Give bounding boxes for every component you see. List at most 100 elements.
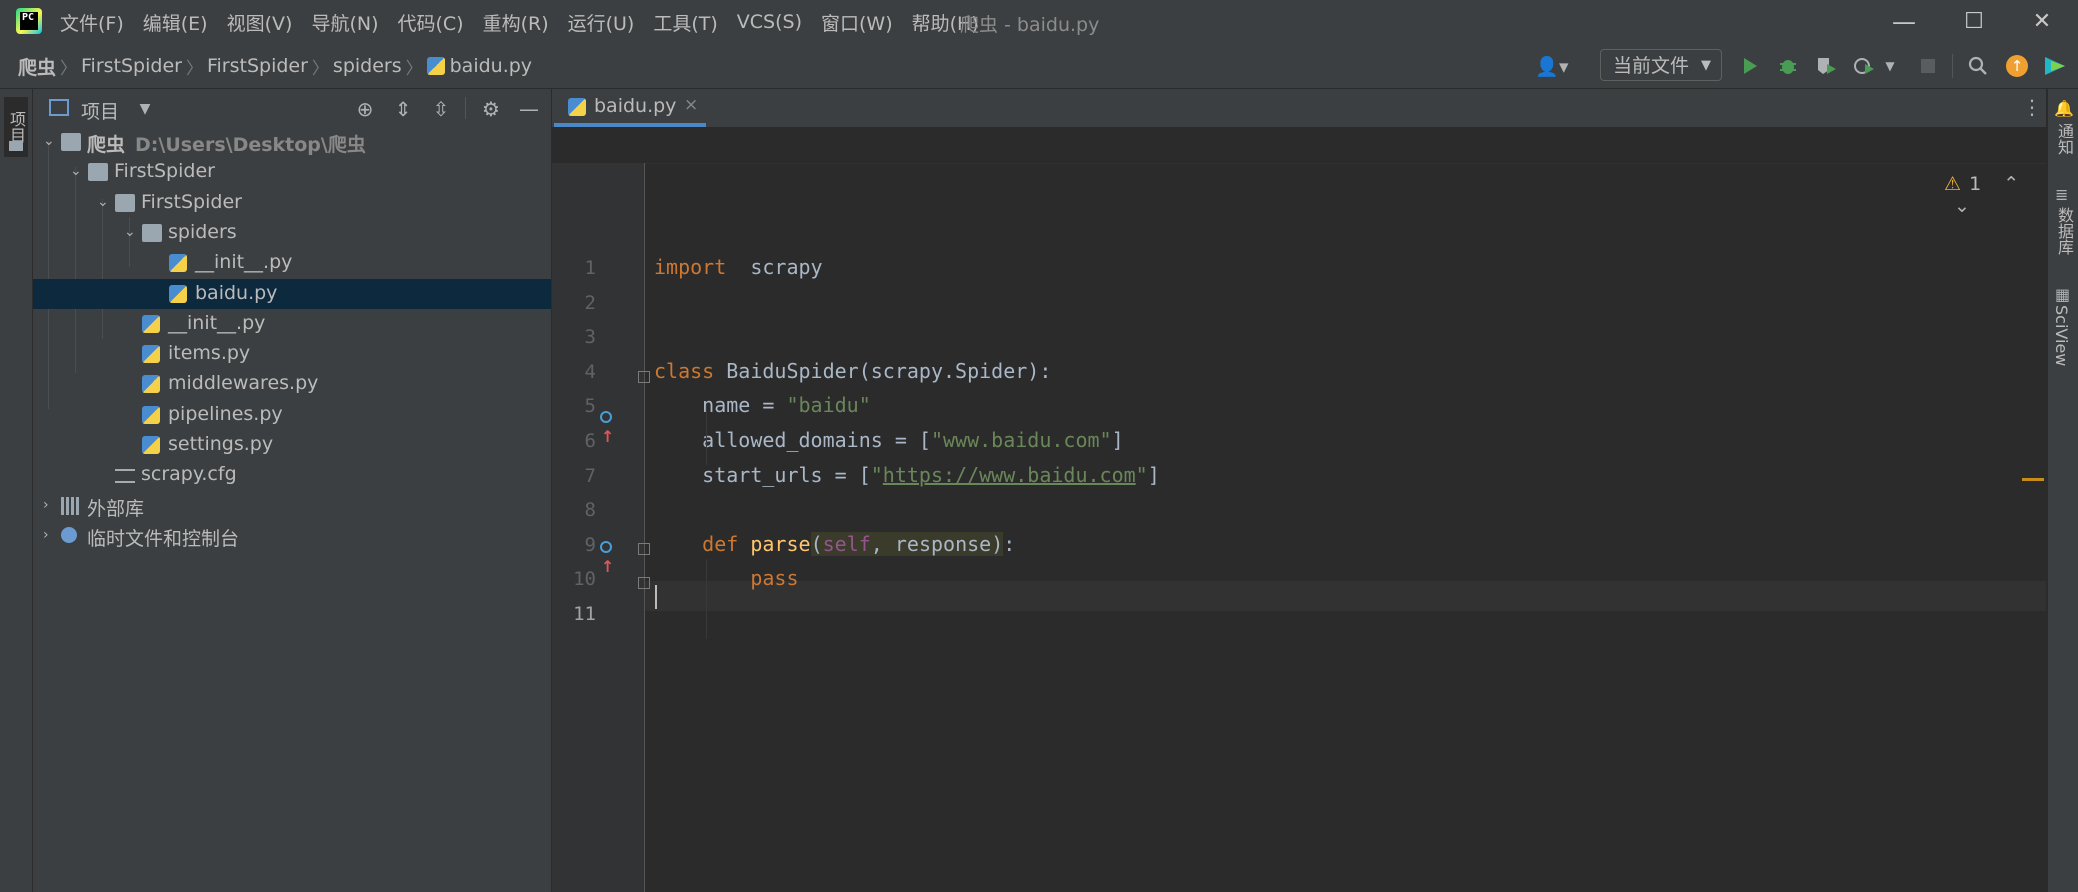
tree-item[interactable]: baidu.py	[33, 278, 551, 309]
code-token: name =	[654, 393, 787, 418]
notifications-icon[interactable]: 🔔	[2054, 99, 2074, 118]
error-stripe-marker[interactable]	[2022, 478, 2044, 481]
coverage-icon[interactable]	[1814, 52, 1838, 80]
line-number: 8	[584, 499, 596, 522]
chevron-down-icon[interactable]: ▼	[133, 97, 157, 121]
python-file-icon	[142, 405, 160, 424]
next-highlight-icon[interactable]: ⌄	[1954, 195, 1970, 217]
tree-item[interactable]: __init__.py	[33, 248, 551, 278]
stop-icon[interactable]	[1918, 52, 1938, 80]
code-token: "	[1135, 462, 1148, 487]
close-window-button[interactable]: ✕	[2012, 6, 2072, 38]
minimize-button[interactable]: —	[1874, 6, 1934, 38]
tree-item[interactable]: ⌄ FirstSpider	[33, 157, 551, 187]
code-token: ]	[1147, 462, 1160, 487]
chevron-down-icon[interactable]: ⌄	[97, 192, 111, 212]
menu-item[interactable]: 重构(R)	[483, 9, 549, 36]
project-panel-title[interactable]: 项目	[81, 97, 119, 124]
database-tool-button[interactable]: 数据库	[2052, 207, 2076, 255]
menu-item[interactable]: 代码(C)	[397, 9, 463, 36]
header-divider	[465, 97, 466, 119]
code-line[interactable]: start_urls = ["https://www.baidu.com"]	[654, 463, 1160, 487]
jetbrains-ai-icon[interactable]	[2040, 52, 2070, 80]
code-line[interactable]: name = "baidu"	[654, 393, 871, 417]
breadcrumb-item[interactable]: FirstSpider	[81, 55, 182, 77]
tree-item[interactable]: middlewares.py	[33, 369, 551, 399]
debug-icon[interactable]	[1776, 52, 1800, 80]
run-icon[interactable]	[1738, 52, 1762, 80]
notifications-tool-button[interactable]: 通知	[2052, 123, 2076, 155]
more-run-chevron-icon[interactable]: ▼	[1882, 52, 1898, 80]
folder-icon	[88, 163, 108, 182]
tree-item[interactable]: scrapy.cfg	[33, 460, 551, 490]
fold-icon[interactable]	[638, 371, 650, 383]
fold-icon[interactable]	[638, 577, 650, 589]
tree-item-label: baidu.py	[195, 281, 278, 304]
inspection-widget[interactable]: ⚠ 1 ⌃ ⌄	[1944, 173, 2046, 217]
menu-item[interactable]: 视图(V)	[227, 9, 293, 36]
code-line[interactable]: class BaiduSpider(scrapy.Spider):	[654, 359, 1051, 383]
more-options-icon[interactable]: ⋮	[2022, 95, 2042, 119]
update-icon[interactable]: ↑	[2004, 52, 2030, 80]
tree-item[interactable]: › 临时文件和控制台	[33, 521, 551, 551]
menu-item[interactable]: VCS(S)	[737, 11, 802, 33]
code-token: "www.baidu.com"	[930, 428, 1112, 452]
code-line[interactable]: import scrapy	[654, 255, 823, 279]
tree-item[interactable]: ⌄ spiders	[33, 218, 551, 248]
tree-item[interactable]: › 外部库	[33, 491, 551, 521]
maximize-button[interactable]: ☐	[1944, 6, 2004, 38]
tree-item[interactable]: settings.py	[33, 430, 551, 460]
hide-panel-icon[interactable]: —	[517, 97, 541, 121]
tree-item[interactable]: ⌄ 爬虫 D:\Users\Desktop\爬虫	[33, 127, 551, 157]
sciview-icon[interactable]: ▦	[2055, 285, 2070, 304]
code-line[interactable]: allowed_domains = ["www.baidu.com"]	[654, 428, 1123, 452]
gear-icon[interactable]: ⚙	[479, 97, 503, 121]
tree-item[interactable]: __init__.py	[33, 309, 551, 339]
code-token: , response)	[870, 531, 1004, 556]
collapse-all-icon[interactable]: ⇳	[429, 97, 453, 121]
code-token: parse	[750, 531, 811, 556]
menu-item[interactable]: 文件(F)	[60, 9, 124, 36]
menu-item[interactable]: 编辑(E)	[143, 9, 208, 36]
line-number: 5	[584, 395, 596, 418]
menu-item[interactable]: 导航(N)	[311, 9, 378, 36]
search-icon[interactable]	[1965, 52, 1991, 80]
menu-item[interactable]: 工具(T)	[653, 9, 717, 36]
breadcrumb-item[interactable]: spiders	[333, 55, 402, 77]
fold-icon[interactable]	[638, 543, 650, 555]
override-marker-icon[interactable]: ↑	[600, 537, 622, 576]
menu-item[interactable]: 窗口(W)	[821, 9, 893, 36]
previous-highlight-icon[interactable]: ⌃	[2003, 173, 2019, 195]
close-tab-icon[interactable]: ×	[684, 95, 698, 115]
breadcrumb-file[interactable]: baidu.py	[450, 55, 532, 77]
chevron-right-icon[interactable]: ›	[43, 525, 57, 545]
code-line[interactable]: pass	[654, 566, 798, 590]
locate-icon[interactable]: ⊕	[353, 97, 377, 121]
sciview-tool-button[interactable]: SciView	[2052, 305, 2071, 366]
chevron-down-icon[interactable]: ⌄	[124, 222, 138, 242]
chevron-right-icon[interactable]: ›	[43, 495, 57, 515]
profile-icon[interactable]	[1852, 52, 1876, 80]
code-line[interactable]: def parse(self, response):	[654, 531, 1015, 556]
expand-all-icon[interactable]: ⇕	[391, 97, 415, 121]
run-config-select[interactable]: 当前文件 ▼	[1600, 49, 1722, 81]
database-icon[interactable]: ≣	[2055, 185, 2068, 204]
chevron-down-icon: ▼	[1701, 58, 1711, 73]
line-number: 11	[573, 603, 596, 625]
tree-item[interactable]: items.py	[33, 339, 551, 369]
chevron-down-icon[interactable]: ⌄	[70, 161, 84, 181]
user-icon[interactable]: 👤▾	[1532, 52, 1572, 80]
chevron-down-icon[interactable]: ⌄	[43, 131, 57, 151]
menu-item[interactable]: 运行(U)	[568, 9, 635, 36]
breadcrumb-item[interactable]: FirstSpider	[207, 55, 308, 77]
override-marker-icon[interactable]: ↑	[600, 407, 622, 446]
tree-item[interactable]: ⌄ FirstSpider	[33, 188, 551, 218]
line-number: 7	[584, 464, 596, 487]
breadcrumb: 爬虫〉 FirstSpider 〉 FirstSpider 〉 spiders 〉 b…	[18, 44, 532, 88]
tab-baidu-py[interactable]: baidu.py ×	[554, 89, 706, 127]
tree-item-label: 外部库	[87, 497, 145, 520]
scratch-icon	[61, 526, 77, 543]
breadcrumb-root[interactable]: 爬虫	[18, 53, 56, 80]
tree-item-label: 临时文件和控制台	[87, 527, 240, 550]
tree-item[interactable]: pipelines.py	[33, 400, 551, 430]
